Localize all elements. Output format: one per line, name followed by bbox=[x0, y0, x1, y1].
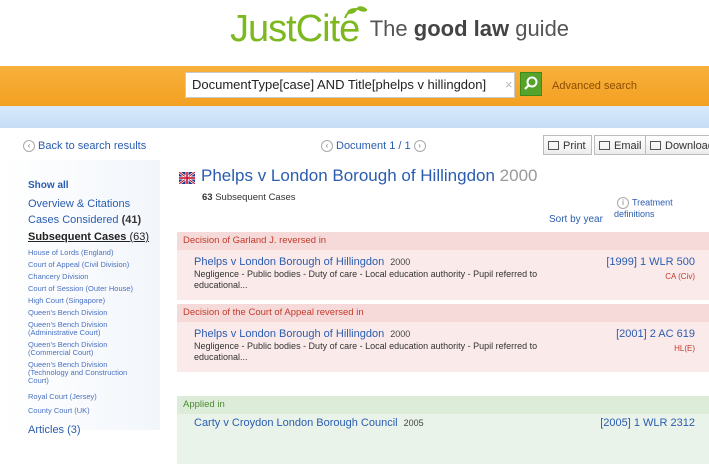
entry-name[interactable]: Phelps v London Borough of Hillingdon bbox=[194, 328, 384, 340]
case-entry-title[interactable]: Phelps v London Borough of Hillingdon 200… bbox=[194, 328, 410, 340]
court-badge: CA (Civ) bbox=[665, 272, 695, 281]
case-title: Phelps v London Borough of Hillingdon 20… bbox=[201, 166, 538, 186]
court-filter-link[interactable]: High Court (Singapore) bbox=[28, 297, 105, 305]
sidebar: Show all Overview & Citations Cases Cons… bbox=[0, 160, 160, 436]
entry-name[interactable]: Carty v Croydon London Borough Council bbox=[194, 417, 398, 429]
court-filter-link-cont[interactable]: Court) bbox=[28, 377, 49, 385]
search-bar: DocumentType[case] AND Title[phelps v hi… bbox=[0, 66, 709, 106]
treatment-section: Decision of Garland J. reversed in Phelp… bbox=[177, 232, 709, 300]
search-button[interactable] bbox=[520, 72, 542, 96]
site-header: JustCite The good law guide bbox=[0, 0, 709, 70]
download-button[interactable]: Download bbox=[645, 135, 709, 155]
email-button[interactable]: Email bbox=[594, 135, 648, 155]
subsequent-text: Subsequent Cases bbox=[215, 192, 296, 203]
tagline-bold: good law bbox=[413, 16, 510, 41]
print-button[interactable]: Print bbox=[543, 135, 592, 155]
court-filter-link[interactable]: Chancery Division bbox=[28, 273, 88, 281]
cases-considered-link[interactable]: Cases Considered (41) bbox=[28, 214, 141, 226]
case-entry-title[interactable]: Phelps v London Borough of Hillingdon 200… bbox=[194, 256, 410, 268]
entry-year: 2000 bbox=[390, 257, 411, 267]
email-label: Email bbox=[614, 140, 642, 152]
entry-name[interactable]: Phelps v London Borough of Hillingdon bbox=[194, 256, 384, 268]
subsequent-cases-link[interactable]: Subsequent Cases (63) bbox=[28, 231, 149, 243]
court-filter-link[interactable]: Court of Appeal (Civil Division) bbox=[28, 261, 129, 269]
entry-year: 2000 bbox=[390, 329, 411, 339]
logo-tagline: The good law guide bbox=[370, 16, 569, 41]
logo-brand: JustCite bbox=[230, 8, 360, 50]
section-heading: Decision of the Court of Appeal reversed… bbox=[177, 304, 709, 322]
court-filter-link[interactable]: Royal Court (Jersey) bbox=[28, 393, 97, 401]
treatment-definitions-link[interactable]: i Treatment definitions bbox=[614, 197, 709, 219]
court-filter-link[interactable]: Queen's Bench Division bbox=[28, 309, 107, 317]
next-doc-icon[interactable]: › bbox=[413, 140, 426, 153]
case-citation-link[interactable]: [2005] 1 WLR 2312 bbox=[600, 417, 695, 429]
case-entry: Phelps v London Borough of Hillingdon 200… bbox=[177, 250, 709, 300]
case-citation-link[interactable]: [2001] 2 AC 619 bbox=[616, 328, 695, 340]
download-label: Download bbox=[665, 140, 709, 152]
case-name: Phelps v London Borough of Hillingdon bbox=[201, 166, 495, 185]
clear-search-icon[interactable]: × bbox=[505, 77, 513, 92]
treatment-section: Applied in Carty v Croydon London Boroug… bbox=[177, 396, 709, 464]
section-heading: Decision of Garland J. reversed in bbox=[177, 232, 709, 250]
overview-link[interactable]: Overview & Citations bbox=[28, 198, 130, 210]
case-catchwords: Negligence - Public bodies - Duty of car… bbox=[194, 341, 538, 362]
case-catchwords: Negligence - Public bodies - Duty of car… bbox=[194, 269, 538, 290]
sort-by-year-link[interactable]: Sort by year bbox=[549, 214, 603, 225]
envelope-icon bbox=[599, 141, 610, 150]
tagline-pre: The bbox=[369, 16, 414, 41]
subsequent-label: Subsequent Cases bbox=[28, 231, 127, 243]
case-entry: Carty v Croydon London Borough Council 20… bbox=[177, 414, 709, 464]
search-input[interactable]: DocumentType[case] AND Title[phelps v hi… bbox=[185, 72, 515, 98]
court-filter-link[interactable]: Court of Session (Outer House) bbox=[28, 285, 133, 293]
court-filter-link-cont[interactable]: (Administrative Court) bbox=[28, 329, 101, 337]
subsequent-count: (63) bbox=[129, 231, 150, 243]
treatment-section: Decision of the Court of Appeal reversed… bbox=[177, 304, 709, 372]
show-all-link[interactable]: Show all bbox=[28, 180, 69, 191]
case-entry-title[interactable]: Carty v Croydon London Borough Council 20… bbox=[194, 417, 424, 429]
court-filter-link[interactable]: County Court (UK) bbox=[28, 407, 90, 415]
court-filter-link[interactable]: House of Lords (England) bbox=[28, 249, 113, 257]
articles-link[interactable]: Articles (3) bbox=[28, 424, 81, 436]
save-icon bbox=[650, 141, 661, 150]
document-nav: ‹ Back to search results ‹ Document 1 / 1 ›… bbox=[0, 128, 709, 160]
justcite-logo[interactable]: JustCite The good law guide bbox=[230, 6, 569, 51]
section-heading: Applied in bbox=[177, 396, 709, 414]
back-arrow-icon: ‹ bbox=[23, 140, 35, 153]
case-entry: Phelps v London Borough of Hillingdon 200… bbox=[177, 322, 709, 372]
print-label: Print bbox=[563, 140, 586, 152]
subsequent-summary: 63 Subsequent Cases bbox=[202, 192, 296, 203]
info-icon: i bbox=[617, 197, 629, 209]
blue-band bbox=[0, 106, 709, 128]
printer-icon bbox=[548, 141, 559, 150]
document-pager: ‹ Document 1 / 1 › bbox=[318, 140, 429, 153]
case-year: 2000 bbox=[499, 166, 538, 185]
prev-doc-icon[interactable]: ‹ bbox=[321, 140, 333, 153]
search-icon bbox=[524, 76, 538, 90]
entry-year: 2005 bbox=[403, 418, 424, 428]
case-citation-link[interactable]: [1999] 1 WLR 500 bbox=[606, 256, 695, 268]
sprout-icon bbox=[344, 6, 368, 19]
main-content: Phelps v London Borough of Hillingdon 20… bbox=[174, 160, 709, 464]
court-filter-link-cont[interactable]: (Commercial Court) bbox=[28, 349, 93, 357]
court-badge: HL(E) bbox=[674, 344, 695, 353]
uk-flag-icon bbox=[179, 172, 195, 184]
document-counter: Document 1 / 1 bbox=[336, 140, 411, 152]
advanced-search-link[interactable]: Advanced search bbox=[552, 80, 637, 92]
subsequent-total: 63 bbox=[202, 192, 213, 203]
back-label: Back to search results bbox=[38, 140, 147, 152]
tagline-post: guide bbox=[509, 16, 570, 41]
back-to-results-link[interactable]: ‹ Back to search results bbox=[20, 140, 147, 153]
considered-label: Cases Considered bbox=[28, 214, 119, 226]
considered-count: (41) bbox=[121, 214, 142, 226]
